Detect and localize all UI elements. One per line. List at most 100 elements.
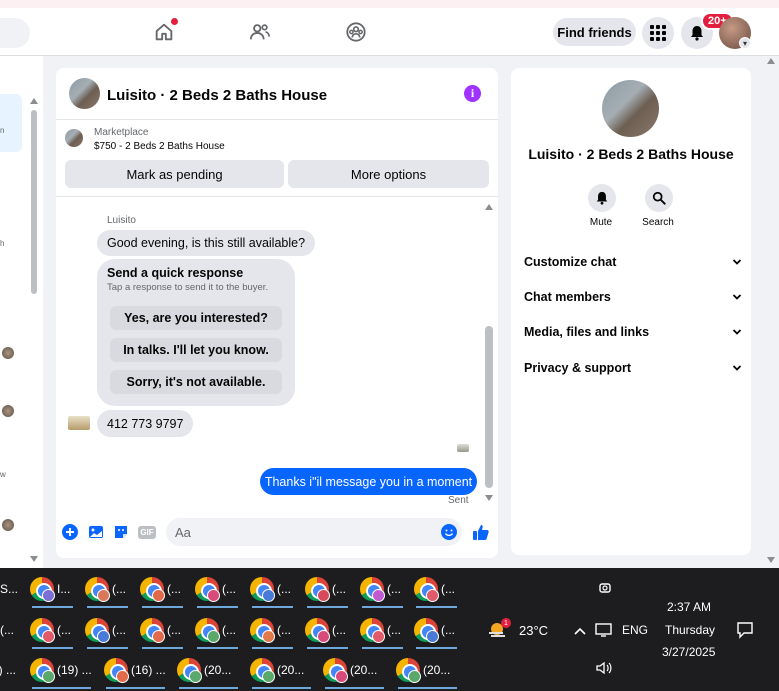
scroll-down-arrow[interactable] <box>30 556 38 562</box>
friends-icon[interactable] <box>248 20 272 44</box>
listing-price-title[interactable]: $750 - 2 Beds 2 Baths House <box>94 141 225 152</box>
scroll-up-arrow[interactable] <box>30 98 38 104</box>
notification-center-icon[interactable] <box>736 621 754 639</box>
chevron-down-icon <box>732 365 742 371</box>
window-title: I... <box>57 582 71 596</box>
taskbar-window[interactable]: (... <box>0 611 14 649</box>
taskbar-chrome-window[interactable]: (... <box>140 611 185 649</box>
quick-response-option[interactable]: Sorry, it's not available. <box>110 370 282 394</box>
chat-scrollbar[interactable] <box>485 326 493 488</box>
camera-icon[interactable] <box>598 580 612 596</box>
sidebar-scrollbar[interactable] <box>31 110 37 294</box>
gif-icon[interactable]: GIF <box>138 524 156 540</box>
clock-date[interactable]: 3/27/2025 <box>662 645 715 659</box>
taskbar-chrome-window[interactable]: (... <box>195 611 240 649</box>
avatar[interactable] <box>2 405 14 417</box>
page-scroll-up-arrow[interactable] <box>767 58 775 64</box>
message-input[interactable] <box>166 518 426 546</box>
taskbar-chrome-window[interactable]: (... <box>305 611 350 649</box>
chevron-up-icon[interactable] <box>573 624 587 636</box>
taskbar-chrome-window[interactable]: (20... <box>250 651 313 689</box>
taskbar-chrome-window[interactable]: (19) ... <box>30 651 93 689</box>
incoming-message[interactable]: Good evening, is this still available? <box>97 230 316 256</box>
chat-title[interactable]: Luisito · 2 Beds 2 Baths House <box>107 87 327 104</box>
chevron-down-icon <box>732 329 742 335</box>
apps-grid-icon[interactable] <box>642 17 674 49</box>
taskbar-chrome-window[interactable]: (... <box>250 611 295 649</box>
quick-response-option[interactable]: Yes, are you interested? <box>110 306 282 330</box>
emoji-icon[interactable] <box>441 524 457 540</box>
info-icon[interactable]: i <box>464 85 481 102</box>
volume-icon[interactable] <box>596 661 612 675</box>
photo-icon[interactable] <box>88 524 104 540</box>
language-indicator[interactable]: ENG <box>622 623 648 637</box>
sticker-icon[interactable] <box>113 524 129 540</box>
quick-response-title: Send a quick response <box>107 266 244 280</box>
chrome-icon <box>140 618 165 643</box>
network-icon[interactable] <box>595 622 613 638</box>
chat-list-sidebar: n h w <box>0 56 43 568</box>
avatar[interactable] <box>2 519 14 531</box>
mark-as-pending-button[interactable]: Mark as pending <box>65 160 284 188</box>
incoming-message[interactable]: 412 773 9797 <box>97 410 194 437</box>
taskbar-chrome-window[interactable]: (... <box>360 570 405 608</box>
chat-members-row[interactable]: Chat members <box>524 287 742 307</box>
chrome-icon <box>250 577 275 602</box>
chevron-down-icon[interactable]: ▾ <box>739 37 751 49</box>
home-icon[interactable] <box>152 18 178 44</box>
chrome-icon <box>323 658 348 683</box>
avatar[interactable] <box>2 347 14 359</box>
page-scroll-down-arrow[interactable] <box>767 557 775 563</box>
clock-day[interactable]: Thursday <box>665 623 715 637</box>
sender-avatar[interactable] <box>68 416 90 430</box>
scroll-down-arrow[interactable] <box>485 495 493 501</box>
window-title: (... <box>112 582 126 596</box>
taskbar-window[interactable]: (9) ... <box>0 651 16 689</box>
taskbar-chrome-window[interactable]: (20... <box>177 651 240 689</box>
sender-name: Luisito <box>107 215 136 226</box>
chrome-icon <box>30 618 55 643</box>
taskbar-chrome-window[interactable]: (... <box>30 611 75 649</box>
window-title: (9) ... <box>0 663 17 677</box>
taskbar-chrome-window[interactable]: I... <box>30 570 75 608</box>
browser-edge <box>0 0 779 8</box>
more-options-button[interactable]: More options <box>288 160 489 188</box>
taskbar-chrome-window[interactable]: (20... <box>323 651 386 689</box>
privacy-support-row[interactable]: Privacy & support <box>524 358 742 378</box>
details-avatar[interactable] <box>602 80 659 137</box>
customize-chat-row[interactable]: Customize chat <box>524 252 742 272</box>
selected-chat-item[interactable] <box>0 94 22 152</box>
find-friends-button[interactable]: Find friends <box>553 18 636 46</box>
scroll-up-arrow[interactable] <box>485 204 493 210</box>
taskbar-chrome-window[interactable]: (... <box>140 570 185 608</box>
temperature-text[interactable]: 23°C <box>519 623 548 638</box>
listing-thumbnail[interactable] <box>65 129 83 147</box>
quick-response-option[interactable]: In talks. I'll let you know. <box>110 338 282 362</box>
taskbar-chrome-window[interactable]: (... <box>305 570 350 608</box>
home-notification-dot <box>171 18 178 25</box>
chat-avatar[interactable] <box>69 78 100 109</box>
thumbs-up-icon[interactable] <box>472 523 490 541</box>
chrome-icon <box>195 618 220 643</box>
taskbar-chrome-window[interactable]: (20... <box>396 651 459 689</box>
window-title: (... <box>167 582 181 596</box>
taskbar-chrome-window[interactable]: (... <box>85 611 130 649</box>
search-box[interactable] <box>0 18 30 48</box>
taskbar-chrome-window[interactable]: (... <box>414 611 459 649</box>
taskbar-window[interactable]: S... <box>0 570 18 608</box>
clock-time[interactable]: 2:37 AM <box>667 600 711 614</box>
search-icon[interactable] <box>645 184 673 212</box>
groups-icon[interactable] <box>344 20 368 44</box>
taskbar-chrome-window[interactable]: (16) ... <box>104 651 167 689</box>
weather-icon[interactable]: 1 <box>487 618 513 640</box>
taskbar-chrome-window[interactable]: (... <box>195 570 240 608</box>
mute-bell-icon[interactable] <box>588 184 616 212</box>
chat-details-panel: Luisito · 2 Beds 2 Baths House Mute Sear… <box>511 68 751 555</box>
taskbar-chrome-window[interactable]: (... <box>360 611 405 649</box>
taskbar-chrome-window[interactable]: (... <box>250 570 295 608</box>
media-files-links-row[interactable]: Media, files and links <box>524 322 742 342</box>
taskbar-chrome-window[interactable]: (... <box>414 570 459 608</box>
plus-circle-icon[interactable] <box>62 524 78 540</box>
taskbar-chrome-window[interactable]: (... <box>85 570 130 608</box>
outgoing-message[interactable]: Thanks i"il message you in a moment <box>260 468 477 495</box>
